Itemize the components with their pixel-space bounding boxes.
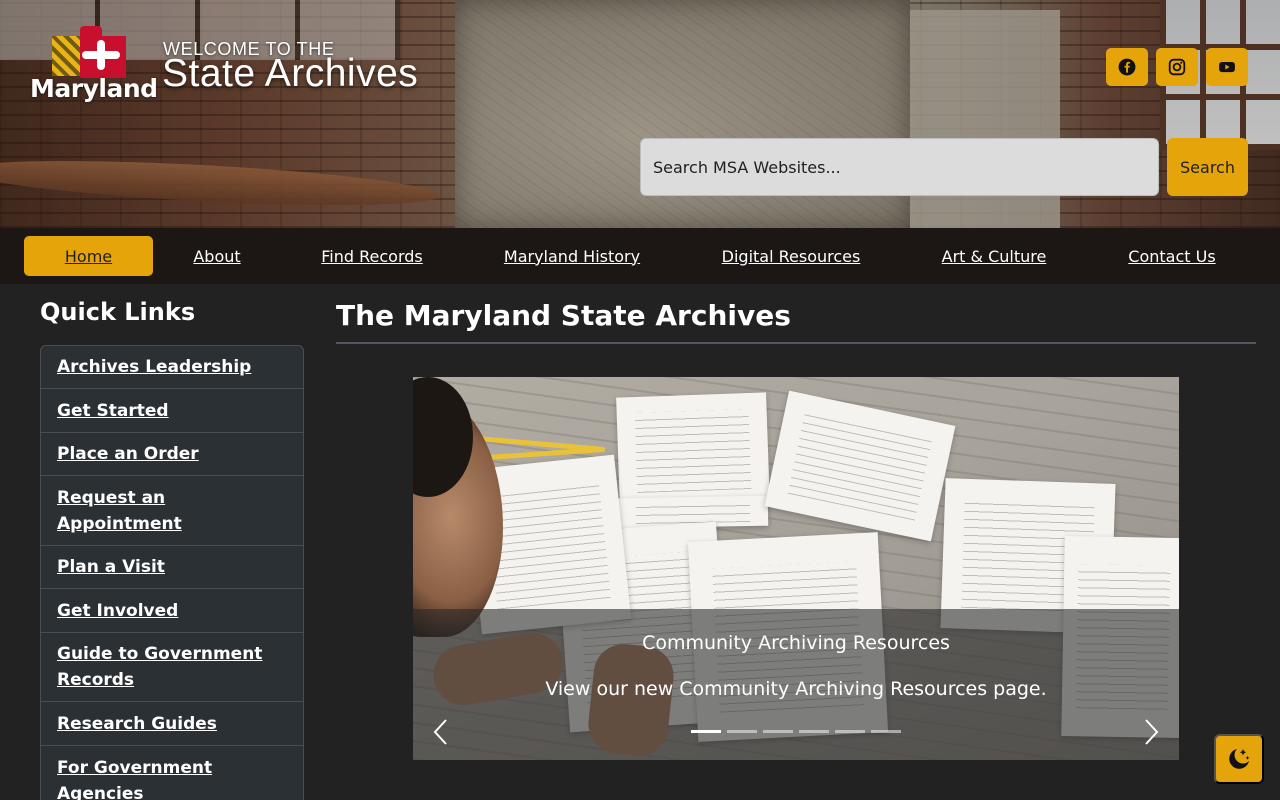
nav-contact-us[interactable]: Contact Us: [1114, 236, 1230, 276]
main-nav: Home About Find Records Maryland History…: [0, 228, 1280, 284]
carousel-indicator-6[interactable]: [871, 730, 901, 733]
quick-link-government-agencies[interactable]: For Government Agencies: [41, 746, 303, 800]
facebook-button[interactable]: [1106, 48, 1148, 86]
instagram-icon: [1168, 58, 1186, 76]
nav-art-culture[interactable]: Art & Culture: [928, 236, 1060, 276]
nav-maryland-history[interactable]: Maryland History: [492, 236, 652, 276]
maryland-flag-logo-icon: [52, 26, 126, 78]
carousel-indicator-1[interactable]: [691, 730, 721, 733]
quick-link-get-started[interactable]: Get Started: [41, 389, 303, 433]
chevron-left-icon: [433, 719, 447, 745]
search-button[interactable]: Search: [1167, 138, 1248, 196]
nav-about[interactable]: About: [172, 236, 262, 276]
quick-link-research-guides[interactable]: Research Guides: [41, 702, 303, 746]
youtube-button[interactable]: [1206, 48, 1248, 86]
carousel-indicator-3[interactable]: [763, 730, 793, 733]
featured-carousel: Community Archiving Resources View our n…: [413, 377, 1179, 760]
quick-links-heading: Quick Links: [40, 298, 196, 326]
chevron-right-icon: [1145, 719, 1159, 745]
nav-home[interactable]: Home: [24, 236, 153, 276]
carousel-slide-title: Community Archiving Resources: [642, 632, 950, 654]
quick-link-request-appointment[interactable]: Request an Appointment: [41, 476, 303, 546]
logo-wordmark: Maryland: [30, 74, 158, 103]
quick-link-get-involved[interactable]: Get Involved: [41, 589, 303, 633]
carousel-slide-text: View our new Community Archiving Resourc…: [545, 678, 1047, 700]
facebook-icon: [1118, 58, 1136, 76]
nav-find-records[interactable]: Find Records: [308, 236, 436, 276]
quick-link-plan-a-visit[interactable]: Plan a Visit: [41, 546, 303, 589]
moon-stars-icon: [1229, 749, 1250, 769]
site-header: Maryland WELCOME TO THE State Archives S…: [0, 0, 1280, 228]
carousel-indicator-4[interactable]: [799, 730, 829, 733]
dark-mode-toggle-button[interactable]: [1214, 734, 1264, 784]
carousel-next-button[interactable]: [1137, 715, 1167, 749]
quick-link-archives-leadership[interactable]: Archives Leadership: [41, 346, 303, 389]
page: Maryland WELCOME TO THE State Archives S…: [0, 0, 1280, 800]
site-title: State Archives: [162, 52, 419, 95]
youtube-icon: [1219, 61, 1235, 73]
page-title: The Maryland State Archives: [336, 299, 791, 332]
quick-link-guide-government-records[interactable]: Guide to Government Records: [41, 633, 303, 702]
carousel-indicator-5[interactable]: [835, 730, 865, 733]
instagram-button[interactable]: [1156, 48, 1198, 86]
carousel-indicator-2[interactable]: [727, 730, 757, 733]
quick-link-place-an-order[interactable]: Place an Order: [41, 433, 303, 476]
carousel-indicators: [691, 730, 901, 733]
search-input[interactable]: [640, 138, 1159, 196]
title-divider: [336, 342, 1256, 344]
quick-links-list: Archives Leadership Get Started Place an…: [40, 345, 304, 800]
carousel-prev-button[interactable]: [425, 715, 455, 749]
nav-digital-resources[interactable]: Digital Resources: [706, 236, 876, 276]
